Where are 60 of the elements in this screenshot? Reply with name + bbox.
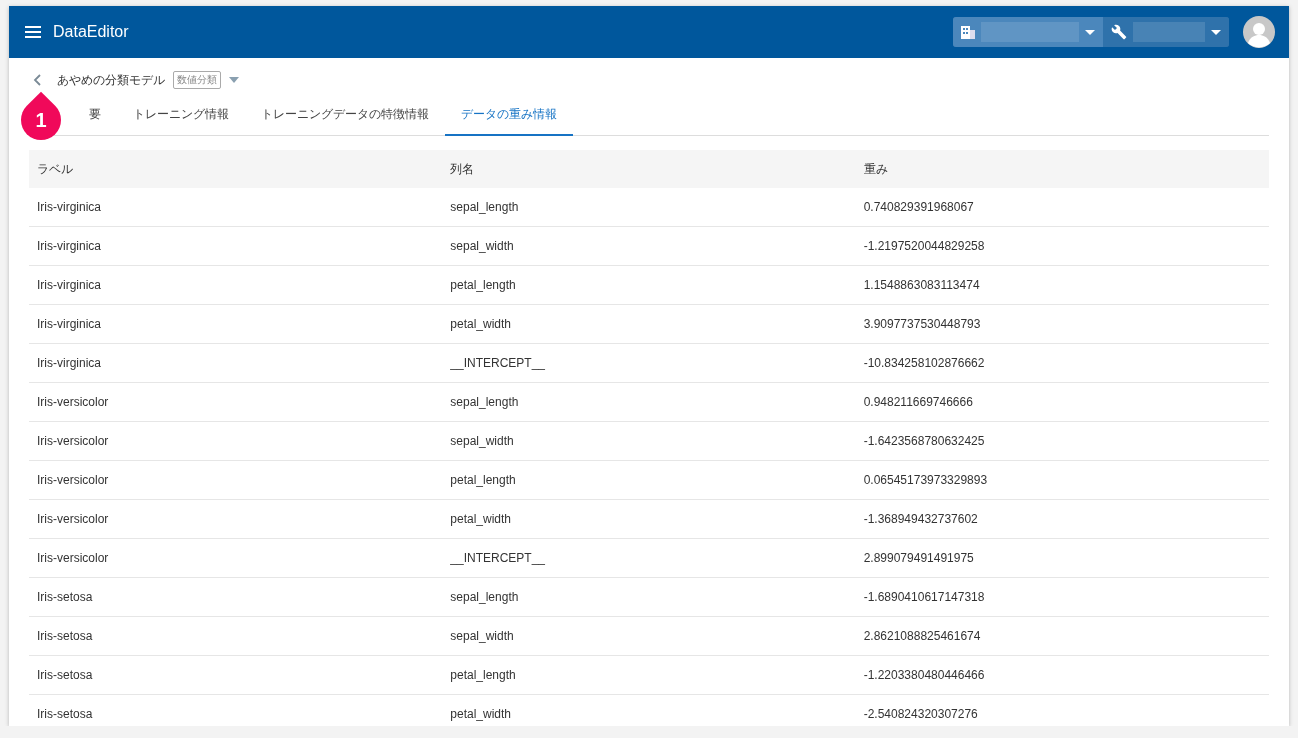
tab[interactable]: 要 [73,96,117,136]
table-cell-text: Iris-versicolor [36,434,110,448]
table-cell-text: Iris-setosa [36,707,94,721]
column-header: 列名 [449,160,476,178]
table-cell-text: Iris-versicolor [36,512,110,526]
table-cell-text: -1.2197520044829258 [862,239,986,253]
column-header: ラベル [36,160,74,178]
table-cell-text: __INTERCEPT__ [449,356,547,370]
table-cell-text: sepal_length [449,590,520,604]
table-cell-text: 1.1548863083113474 [862,278,981,292]
tab[interactable]: トレーニング情報 [117,96,245,136]
table-cell-text: petal_length [449,278,517,292]
table-cell-text: Iris-virginica [36,278,102,292]
table-cell-text: 0.740829391968067 [862,200,975,214]
table-cell-text: petal_length [449,473,517,487]
building-icon [961,25,975,39]
table-cell-text: sepal_width [449,434,515,448]
tab[interactable]: データの重み情報 [445,96,573,136]
table-cell-text: Iris-virginica [36,356,102,370]
table-cell-text: Iris-virginica [36,200,102,214]
app-title: DataEditor [53,23,130,41]
menu-icon[interactable] [25,26,41,38]
table-cell-text: Iris-setosa [36,590,94,604]
caret-icon [1211,29,1221,35]
table-cell-text: -1.2203380480446466 [862,668,986,682]
table-cell-text: 2.899079491491975 [862,551,975,565]
table-cell-text: 0.948211669746666 [862,395,974,409]
table-cell-text: Iris-virginica [36,317,102,331]
table-cell-text: sepal_width [449,629,515,643]
table-cell-text: -1.6423568780632425 [862,434,986,448]
table-cell-text: petal_width [449,707,513,721]
table-cell-text: Iris-versicolor [36,395,110,409]
caret-icon [1085,29,1095,35]
table-cell-text: -1.368949432737602 [862,512,979,526]
column-header: 重み [862,160,889,178]
table-cell-text: Iris-setosa [36,668,94,682]
table-cell-text: sepal_length [449,200,520,214]
table-cell-text: 3.9097737530448793 [862,317,982,331]
table-cell-text: -1.6890410617147318 [862,590,986,604]
table-cell-text: petal_width [449,317,513,331]
table-cell-text: -2.540824320307276 [862,707,979,721]
avatar-icon[interactable] [1243,16,1275,48]
caret-icon[interactable] [229,77,239,83]
table-cell-text: sepal_width [449,239,515,253]
context-selector[interactable] [953,17,1229,47]
model-name: あやめの分類モデル [57,71,165,89]
table-cell-text: petal_length [449,668,517,682]
tab[interactable]: トレーニングデータの特徴情報 [245,96,445,136]
table-cell-text: -10.834258102876662 [862,356,986,370]
wrench-icon [1111,24,1127,40]
table-cell-text: Iris-versicolor [36,551,110,565]
table-cell-text: __INTERCEPT__ [449,551,547,565]
table-cell-text: Iris-versicolor [36,473,110,487]
table-cell-text: sepal_length [449,395,520,409]
table-cell-text: Iris-setosa [36,629,94,643]
table-cell-text: 2.8621088825461674 [862,629,982,643]
table-cell-text: petal_width [449,512,513,526]
model-type-tag: 数値分類 [173,71,221,89]
table-cell-text: 0.06545173973329893 [862,473,989,487]
table-cell-text: Iris-virginica [36,239,102,253]
